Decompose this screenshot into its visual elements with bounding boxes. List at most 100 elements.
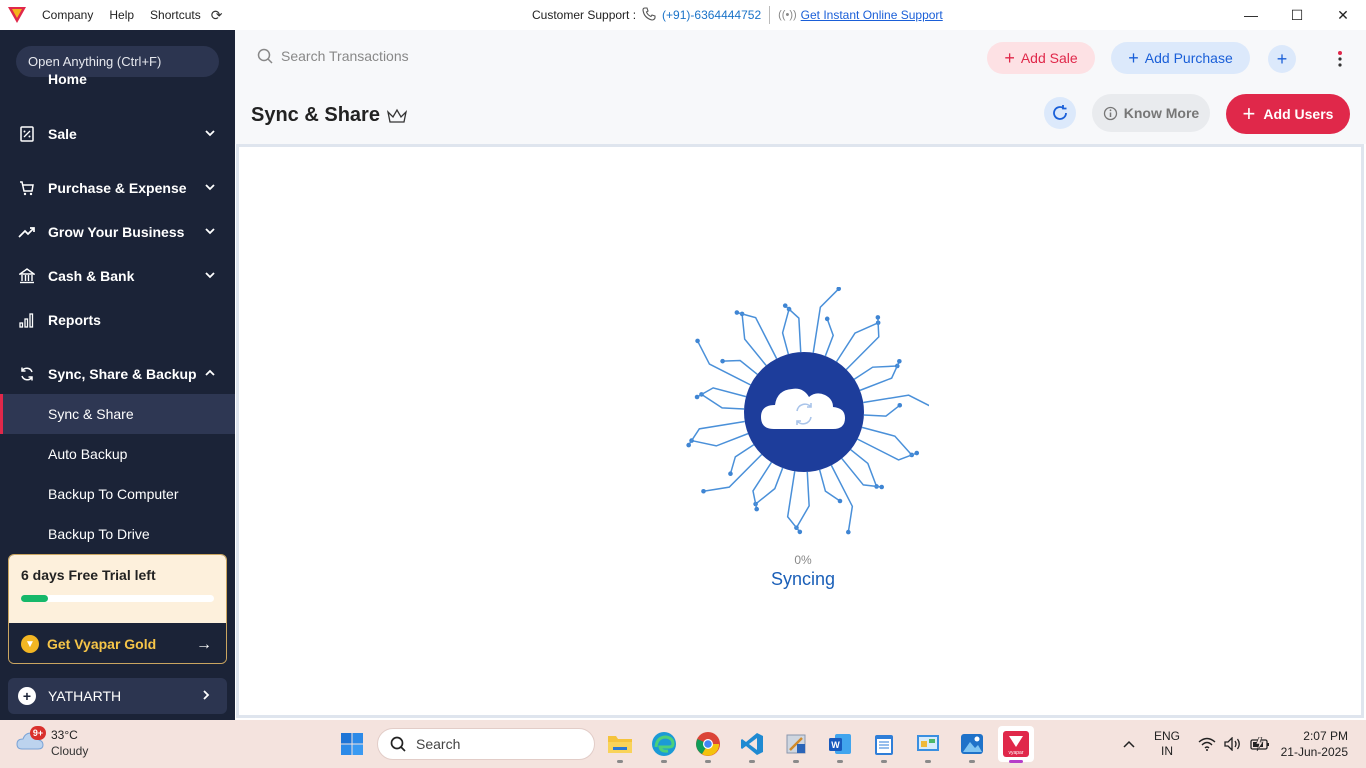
circuit-node	[846, 529, 851, 535]
windows-start-icon[interactable]	[336, 728, 368, 760]
get-gold-label: Get Vyapar Gold	[47, 636, 157, 652]
notepad-icon[interactable]	[868, 728, 900, 760]
online-support-link[interactable]: Get Instant Online Support	[801, 8, 943, 22]
circuit-trace	[752, 461, 773, 510]
weather-widget[interactable]: 9+ 33°C Cloudy	[16, 726, 126, 762]
support-label: Customer Support :	[532, 8, 637, 22]
add-sale-button[interactable]: + Add Sale	[987, 42, 1095, 74]
sidebar-item-home[interactable]: Home	[0, 74, 235, 100]
circuit-node	[701, 488, 706, 494]
maximize-button[interactable]: ☐	[1274, 0, 1320, 30]
cloud-sync-illustration	[686, 287, 929, 535]
home-icon	[18, 78, 36, 96]
crown-icon	[386, 108, 408, 123]
svg-text:W: W	[831, 740, 840, 750]
sync-refresh-button[interactable]	[1044, 97, 1076, 129]
circuit-trace	[691, 432, 749, 447]
add-purchase-button[interactable]: + Add Purchase	[1111, 42, 1250, 74]
chevron-down-icon	[205, 272, 215, 279]
taskbar-search[interactable]: Search	[377, 728, 595, 760]
sidebar: Open Anything (Ctrl+F) Home Sale Purchas…	[0, 30, 235, 720]
menu-company[interactable]: Company	[34, 8, 101, 22]
control-panel-icon[interactable]	[912, 728, 944, 760]
subitem-auto-backup[interactable]: Auto Backup	[0, 434, 235, 474]
sidebar-item-reports[interactable]: Reports	[0, 302, 235, 338]
running-indicator	[793, 760, 799, 763]
refresh-icon[interactable]: ⟳	[211, 7, 223, 24]
sidebar-item-label: Cash & Bank	[48, 268, 135, 284]
info-icon	[1103, 106, 1117, 120]
menu-help[interactable]: Help	[101, 8, 142, 22]
svg-text:vyapar: vyapar	[1008, 750, 1023, 756]
minimize-button[interactable]: —	[1228, 0, 1274, 30]
sidebar-item-label: Sale	[48, 126, 77, 142]
divider	[769, 6, 771, 24]
edge-browser-icon[interactable]	[648, 728, 680, 760]
running-indicator	[1009, 760, 1023, 763]
tools-app-icon[interactable]	[780, 728, 812, 760]
bank-icon	[18, 267, 36, 285]
taskbar-search-label: Search	[416, 736, 461, 752]
know-more-label: Know More	[1123, 105, 1200, 121]
vscode-icon[interactable]	[736, 728, 768, 760]
close-button[interactable]: ✕	[1320, 0, 1366, 30]
subitem-sync-share[interactable]: Sync & Share	[0, 394, 235, 434]
get-gold-button[interactable]: ▼ Get Vyapar Gold →	[9, 623, 226, 663]
chevron-right-icon	[203, 690, 210, 700]
sidebar-item-label: Reports	[48, 312, 101, 328]
subitem-backup-computer[interactable]: Backup To Computer	[0, 474, 235, 514]
circuit-trace	[835, 322, 879, 363]
circuit-trace	[701, 393, 745, 410]
volume-icon	[1224, 737, 1240, 751]
more-options-icon[interactable]	[1333, 48, 1347, 70]
running-indicator	[881, 760, 887, 763]
clock-time: 2:07 PM	[1303, 729, 1348, 743]
know-more-button[interactable]: Know More	[1092, 94, 1210, 132]
sidebar-item-label: Home	[48, 74, 87, 87]
running-indicator	[705, 760, 711, 763]
circuit-node	[914, 450, 920, 456]
notification-badge: 9+	[30, 726, 46, 740]
sidebar-item-cash-bank[interactable]: Cash & Bank	[0, 258, 235, 294]
circuit-node	[879, 484, 885, 490]
chevron-up-icon	[1123, 740, 1135, 748]
sidebar-item-sync-share-backup[interactable]: Sync, Share & Backup	[0, 356, 235, 392]
windows-taskbar: 9+ 33°C Cloudy Search W vyapar ENG IN 2:…	[0, 720, 1366, 768]
sidebar-item-sale[interactable]: Sale	[0, 116, 235, 152]
open-anything-search[interactable]: Open Anything (Ctrl+F)	[16, 46, 219, 77]
trending-up-icon	[18, 223, 36, 241]
search-transactions[interactable]: Search Transactions	[257, 48, 409, 64]
running-indicator	[749, 760, 755, 763]
word-icon[interactable]: W	[824, 728, 856, 760]
circuit-node	[824, 316, 830, 322]
menu-shortcuts[interactable]: Shortcuts	[142, 8, 209, 22]
trial-card: 6 days Free Trial left ▼ Get Vyapar Gold…	[8, 554, 227, 664]
show-hidden-icons[interactable]	[1122, 720, 1136, 768]
sidebar-item-purchase[interactable]: Purchase & Expense	[0, 170, 235, 206]
circuit-trace	[861, 426, 913, 456]
content-panel: 0% Syncing	[236, 144, 1364, 718]
company-switcher[interactable]: + YATHARTH	[8, 678, 227, 714]
add-users-button[interactable]: + Add Users	[1226, 94, 1350, 134]
sidebar-item-grow-business[interactable]: Grow Your Business	[0, 214, 235, 250]
circuit-node	[728, 471, 733, 477]
search-icon	[390, 736, 406, 752]
photos-icon[interactable]	[956, 728, 988, 760]
circuit-trace	[818, 469, 841, 502]
file-explorer-icon[interactable]	[604, 728, 636, 760]
clock-date: 21-Jun-2025	[1280, 745, 1348, 759]
bar-chart-icon	[18, 311, 36, 329]
system-clock[interactable]: 2:07 PM 21-Jun-2025	[1281, 728, 1348, 760]
subitem-backup-drive[interactable]: Backup To Drive	[0, 514, 235, 554]
system-tray-icons[interactable]	[1198, 720, 1270, 768]
chrome-browser-icon[interactable]	[692, 728, 724, 760]
quick-add-button[interactable]: +	[1268, 45, 1296, 73]
support-phone[interactable]: (+91)-6364444752	[662, 8, 761, 22]
running-indicator	[969, 760, 975, 763]
language-indicator[interactable]: ENG IN	[1154, 729, 1180, 759]
vyapar-taskbar-icon[interactable]: vyapar	[998, 726, 1034, 762]
circuit-node	[897, 358, 902, 364]
search-icon	[257, 48, 273, 64]
sale-receipt-icon	[18, 125, 36, 143]
page-header: Sync & Share Know More + Add Users	[235, 86, 1366, 144]
